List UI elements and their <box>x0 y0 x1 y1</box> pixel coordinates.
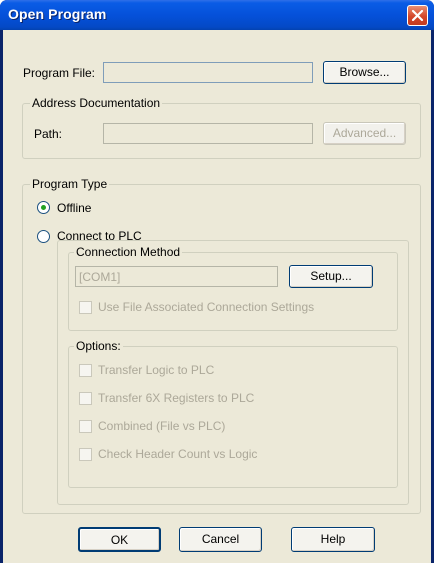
close-icon <box>411 9 424 22</box>
connection-method-group: Connection Method <box>68 245 398 331</box>
dialog-body: Program File: Browse... Address Document… <box>3 30 431 563</box>
program-file-label: Program File: <box>23 66 96 80</box>
combined-checkbox <box>79 420 92 433</box>
options-legend: Options: <box>74 339 123 353</box>
offline-radio[interactable] <box>37 201 50 214</box>
advanced-button: Advanced... <box>323 122 406 145</box>
address-documentation-legend: Address Documentation <box>30 96 163 110</box>
close-button[interactable] <box>407 5 428 26</box>
path-label: Path: <box>34 127 63 141</box>
path-input <box>103 123 313 144</box>
combined-label: Combined (File vs PLC) <box>98 419 226 433</box>
cancel-button[interactable]: Cancel <box>179 527 262 552</box>
transfer-logic-checkbox <box>79 364 92 377</box>
transfer-6x-label: Transfer 6X Registers to PLC <box>98 391 255 405</box>
radio-selected-dot <box>41 205 46 210</box>
program-type-legend: Program Type <box>30 177 110 191</box>
ok-button[interactable]: OK <box>78 527 161 552</box>
title-bar[interactable]: Open Program <box>0 0 434 30</box>
open-program-dialog: Open Program Program File: Browse... Add… <box>0 0 434 563</box>
check-header-count-checkbox <box>79 448 92 461</box>
connection-method-legend: Connection Method <box>74 245 183 259</box>
check-header-count-label: Check Header Count vs Logic <box>98 447 258 461</box>
use-file-connection-label: Use File Associated Connection Settings <box>98 300 315 314</box>
offline-label[interactable]: Offline <box>57 201 91 215</box>
transfer-6x-checkbox <box>79 392 92 405</box>
browse-button[interactable]: Browse... <box>323 61 406 84</box>
program-file-input[interactable] <box>103 62 313 83</box>
connection-port-field: [COM1] <box>75 266 278 287</box>
use-file-connection-checkbox <box>79 301 92 314</box>
setup-button[interactable]: Setup... <box>289 265 373 288</box>
window-title: Open Program <box>8 6 107 22</box>
transfer-logic-label: Transfer Logic to PLC <box>98 363 215 377</box>
help-button[interactable]: Help <box>291 527 375 552</box>
connect-to-plc-radio[interactable] <box>37 230 50 243</box>
